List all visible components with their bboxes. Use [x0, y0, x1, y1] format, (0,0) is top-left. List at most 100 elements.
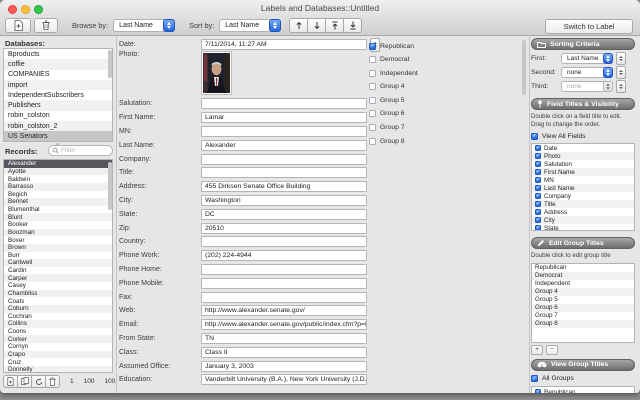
record-list-item[interactable]: Donnelly — [4, 366, 112, 373]
text-input[interactable]: 455 Dirksen Senate Office Building — [201, 181, 367, 192]
text-input[interactable] — [201, 292, 367, 303]
text-input[interactable]: Vanderbilt University (B.A.), New York U… — [201, 374, 367, 385]
field-title-row[interactable]: First Name — [532, 168, 634, 176]
record-list-item[interactable]: Brown — [4, 244, 112, 252]
all-groups-row[interactable]: All Groups — [531, 375, 635, 383]
record-list-item[interactable]: Corker — [4, 335, 112, 343]
record-list-item[interactable]: Cardin — [4, 267, 112, 275]
database-list-item[interactable]: IndependentSubscribers — [4, 90, 112, 100]
sort-descending-button[interactable] — [308, 18, 326, 33]
group-checkbox-row[interactable]: Group 5 — [369, 96, 418, 104]
browse-by-dropdown[interactable]: Last Name — [113, 19, 175, 32]
record-list-item[interactable]: Baldwin — [4, 175, 112, 183]
form-scrollbar[interactable] — [522, 40, 526, 95]
group-checkbox-row[interactable]: Group 6 — [369, 110, 418, 118]
group-checkbox-row[interactable]: Group 4 — [369, 83, 418, 91]
record-list-item[interactable]: Cornyn — [4, 343, 112, 351]
field-title-row[interactable]: MN — [532, 176, 634, 184]
record-list-item[interactable]: Burr — [4, 252, 112, 260]
group-title-row[interactable]: Democrat — [532, 272, 634, 280]
field-title-row[interactable]: Address — [532, 208, 634, 216]
date-input[interactable]: 7/11/2014, 11:27 AM — [201, 39, 367, 50]
database-list-item[interactable]: Bproducts — [4, 49, 112, 59]
field-title-row[interactable]: Last Name — [532, 184, 634, 192]
field-title-row[interactable]: Photo — [532, 152, 634, 160]
database-list-item[interactable]: US Senators — [4, 131, 112, 141]
duplicate-record-button[interactable] — [18, 375, 32, 388]
sort-field-dropdown[interactable]: none — [561, 67, 613, 78]
group-title-row[interactable]: Group 6 — [532, 304, 634, 312]
new-database-button[interactable] — [5, 18, 31, 33]
database-list-item[interactable]: COMPANIES — [4, 70, 112, 80]
text-input[interactable]: (202) 224-4944 — [201, 250, 367, 261]
photo-well[interactable] — [201, 51, 232, 95]
sort-ascending-button[interactable] — [289, 18, 308, 33]
record-list-item[interactable]: Cochran — [4, 313, 112, 321]
record-list-item[interactable]: Collins — [4, 320, 112, 328]
text-input[interactable]: 20510 — [201, 223, 367, 234]
text-input[interactable] — [201, 278, 367, 289]
delete-record-button[interactable] — [46, 375, 60, 388]
database-list-item[interactable]: coffie — [4, 59, 112, 69]
text-input[interactable] — [201, 167, 367, 178]
record-list-item[interactable]: Coburn — [4, 305, 112, 313]
text-input[interactable]: January 3, 2003 — [201, 361, 367, 372]
new-record-button[interactable] — [3, 375, 18, 388]
group-title-row[interactable]: Independent — [532, 280, 634, 288]
record-list-item[interactable]: Crapo — [4, 351, 112, 359]
group-title-row[interactable]: Group 8 — [532, 320, 634, 328]
sort-direction-stepper[interactable] — [616, 66, 626, 79]
database-list-item[interactable]: Publishers — [4, 100, 112, 110]
group-checkbox-row[interactable]: Independent — [369, 69, 418, 77]
text-input[interactable] — [201, 154, 367, 165]
text-input[interactable]: Class II — [201, 347, 367, 358]
group-checkbox-row[interactable]: Group 7 — [369, 124, 418, 132]
sort-field-dropdown[interactable]: none — [561, 81, 613, 92]
sort-ascending-top-button[interactable] — [326, 18, 344, 33]
record-list-item[interactable]: Coons — [4, 328, 112, 336]
field-title-row[interactable]: City — [532, 216, 634, 224]
remove-group-button[interactable]: − — [546, 345, 558, 355]
record-list-item[interactable]: Boxer — [4, 236, 112, 244]
database-list-item[interactable]: import — [4, 80, 112, 90]
group-checkbox-row[interactable]: Group 8 — [369, 137, 418, 145]
database-list-item[interactable]: robin_colston_2 — [4, 121, 112, 131]
field-title-row[interactable]: Date — [532, 144, 634, 152]
record-list-item[interactable]: Carper — [4, 274, 112, 282]
record-list-item[interactable]: Barrasso — [4, 183, 112, 191]
record-list-item[interactable]: Begich — [4, 191, 112, 199]
sort-direction-stepper[interactable] — [616, 52, 626, 65]
group-checkbox-row[interactable]: Democrat — [369, 56, 418, 64]
switch-to-label-button[interactable]: Switch to Label — [545, 19, 633, 34]
group-title-row[interactable]: Group 4 — [532, 288, 634, 296]
group-checkbox-row[interactable]: Republican — [369, 42, 418, 50]
field-title-row[interactable]: Title — [532, 200, 634, 208]
record-list-item[interactable]: Boozman — [4, 229, 112, 237]
text-input[interactable]: Alexander — [201, 140, 367, 151]
text-input[interactable]: Washington — [201, 195, 367, 206]
record-list-item[interactable]: Cantwell — [4, 259, 112, 267]
text-input[interactable] — [201, 264, 367, 275]
database-list-item[interactable]: robin_colston — [4, 111, 112, 121]
record-list-item[interactable]: Blunt — [4, 213, 112, 221]
text-input[interactable]: Lamar — [201, 112, 367, 123]
sort-by-dropdown[interactable]: Last Name — [219, 19, 281, 32]
view-group-row[interactable]: Republican — [532, 387, 634, 394]
text-input[interactable]: http://www.alexander.senate.gov/public/i… — [201, 319, 367, 330]
record-list-item[interactable]: Alexander — [4, 160, 112, 168]
field-title-row[interactable]: State — [532, 224, 634, 231]
refresh-records-button[interactable] — [32, 375, 46, 388]
sort-direction-stepper[interactable] — [616, 80, 626, 93]
field-title-row[interactable]: Company — [532, 192, 634, 200]
text-input[interactable]: DC — [201, 209, 367, 220]
text-input[interactable] — [201, 98, 367, 109]
databases-scrollbar[interactable] — [108, 50, 112, 78]
record-list-item[interactable]: Casey — [4, 282, 112, 290]
records-scrollbar[interactable] — [108, 162, 112, 210]
delete-database-button[interactable] — [34, 18, 58, 33]
group-title-row[interactable]: Republican — [532, 264, 634, 272]
text-input[interactable] — [201, 126, 367, 137]
record-list-item[interactable]: Booker — [4, 221, 112, 229]
sort-descending-bottom-button[interactable] — [344, 18, 362, 33]
record-list-item[interactable]: Ayotte — [4, 168, 112, 176]
